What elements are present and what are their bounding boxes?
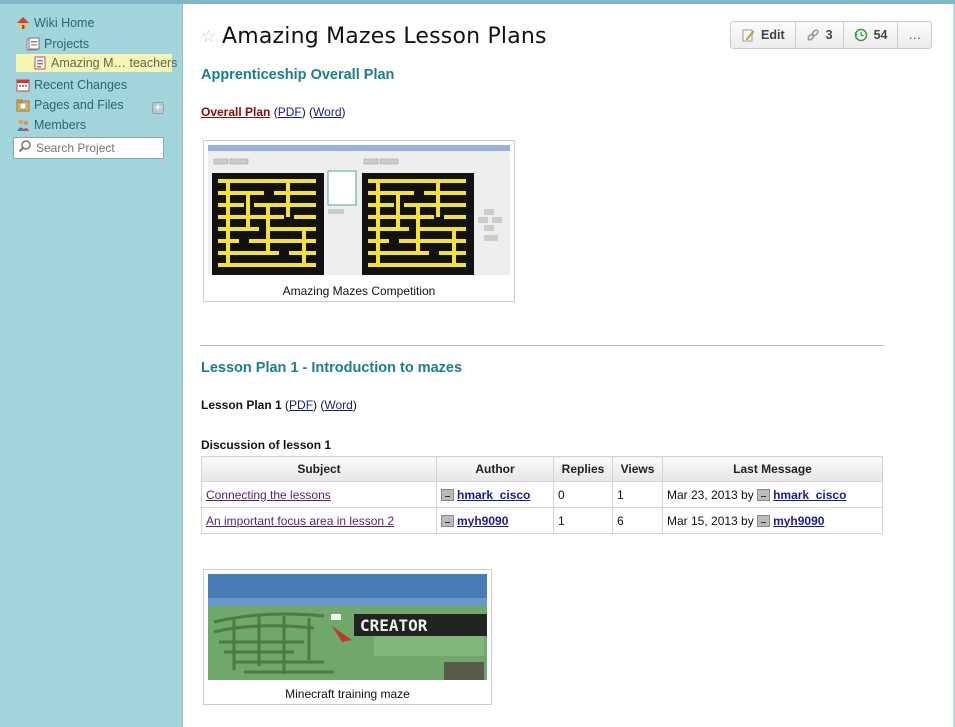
thread-subject-link[interactable]: Connecting the lessons [206,488,331,502]
user-avatar-icon [757,489,771,502]
more-actions-button[interactable]: … [898,22,931,48]
minecraft-maze-image[interactable]: CREATOR [204,570,491,684]
user-avatar-icon [441,489,454,502]
section-heading-lesson-plan-1: Lesson Plan 1 - Introduction to mazes [201,360,463,376]
page-toolbar: Edit 3 54 … [730,21,932,49]
page-title: Amazing Mazes Lesson Plans [222,24,547,49]
discussion-table: Subject Author Replies Views Last Messag… [201,456,883,534]
history-button[interactable]: 54 [844,22,899,48]
sidebar-item-label: Projects [44,37,90,51]
competition-image-figure: Amazing Mazes Competition [203,140,515,302]
search-input[interactable] [32,141,157,155]
files-icon [16,98,30,112]
calendar-icon [16,78,30,92]
link-icon [806,28,820,42]
replies-count: 1 [553,507,613,534]
table-row: An important focus area in lesson 2 myh9… [201,507,883,534]
sidebar-item-label: Amazing M… teachers [51,56,178,70]
overall-plan-pdf-link[interactable]: PDF [278,105,302,119]
replies-count: 0 [553,481,613,508]
page-icon [33,56,47,70]
competition-maze-image[interactable] [204,141,514,279]
links-button[interactable]: 3 [796,22,844,48]
sidebar-item-label: Wiki Home [34,16,95,30]
lesson-plan-1-label: Lesson Plan 1 [201,398,282,412]
last-message-date: Mar 15, 2013 by [667,513,754,528]
section-heading-overall-plan: Apprenticeship Overall Plan [201,67,395,83]
column-header-subject[interactable]: Subject [201,456,437,482]
column-header-author[interactable]: Author [436,456,554,482]
edit-button[interactable]: Edit [731,22,796,48]
favorite-star-icon[interactable]: ☆ [201,27,216,47]
sidebar: Wiki Home Projects Amazing M… teachers R… [0,4,183,727]
last-message-user-link[interactable]: myh9090 [773,514,824,528]
house-icon [16,16,30,30]
sidebar-item-label: Pages and Files [34,98,124,112]
thread-subject-link[interactable]: An important focus area in lesson 2 [206,514,394,528]
table-row: Connecting the lessons hmark_cisco 0 1 M… [201,481,883,508]
lesson-plan-1-word-link[interactable]: Word [324,398,352,412]
section-divider [201,345,883,346]
projects-icon [26,37,40,51]
lesson-plan-1-pdf-link[interactable]: PDF [289,398,313,412]
author-link[interactable]: hmark_cisco [457,488,530,502]
history-icon [854,28,868,42]
add-page-button[interactable]: + [152,102,164,114]
last-message-user-link[interactable]: hmark_cisco [773,488,846,502]
overall-plan-link[interactable]: Overall Plan [201,105,270,119]
minecraft-sign-text: CREATOR [360,616,428,635]
lesson-plan-1-line: Lesson Plan 1 (PDF) (Word) [201,398,357,412]
author-link[interactable]: myh9090 [457,514,508,528]
sidebar-item-amazing-mazes[interactable]: Amazing M… teachers [16,54,177,72]
sidebar-item-recent-changes[interactable]: Recent Changes [16,76,127,94]
sidebar-item-projects[interactable]: Projects [26,35,89,53]
sidebar-item-members[interactable]: Members [16,116,86,134]
competition-image-caption: Amazing Mazes Competition [282,284,436,298]
edit-icon [741,28,755,42]
user-avatar-icon [757,515,771,528]
edit-label: Edit [761,28,785,42]
history-count: 54 [873,28,888,42]
column-header-replies[interactable]: Replies [553,456,613,482]
overall-plan-line: Overall Plan (PDF) (Word) [201,105,346,119]
links-count: 3 [825,28,833,42]
overall-plan-word-link[interactable]: Word [313,105,341,119]
main-content: ☆ Amazing Mazes Lesson Plans Edit 3 54 …… [183,4,953,727]
sidebar-item-label: Members [34,118,87,132]
discussion-title: Discussion of lesson 1 [201,438,332,452]
members-icon [16,118,30,132]
sidebar-item-wiki-home[interactable]: Wiki Home [16,14,94,32]
column-header-last-message[interactable]: Last Message [662,456,883,482]
sidebar-item-label: Recent Changes [34,78,128,92]
search-box [13,137,164,159]
views-count: 6 [612,507,663,534]
views-count: 1 [612,481,663,508]
sidebar-item-pages-and-files[interactable]: Pages and Files [16,96,124,114]
minecraft-image-caption: Minecraft training maze [285,687,410,701]
minecraft-image-figure: CREATOR Minecraft training maze [203,569,492,705]
last-message-date: Mar 23, 2013 by [667,487,754,502]
search-icon [18,139,32,158]
user-avatar-icon [441,515,454,528]
column-header-views[interactable]: Views [612,456,663,482]
